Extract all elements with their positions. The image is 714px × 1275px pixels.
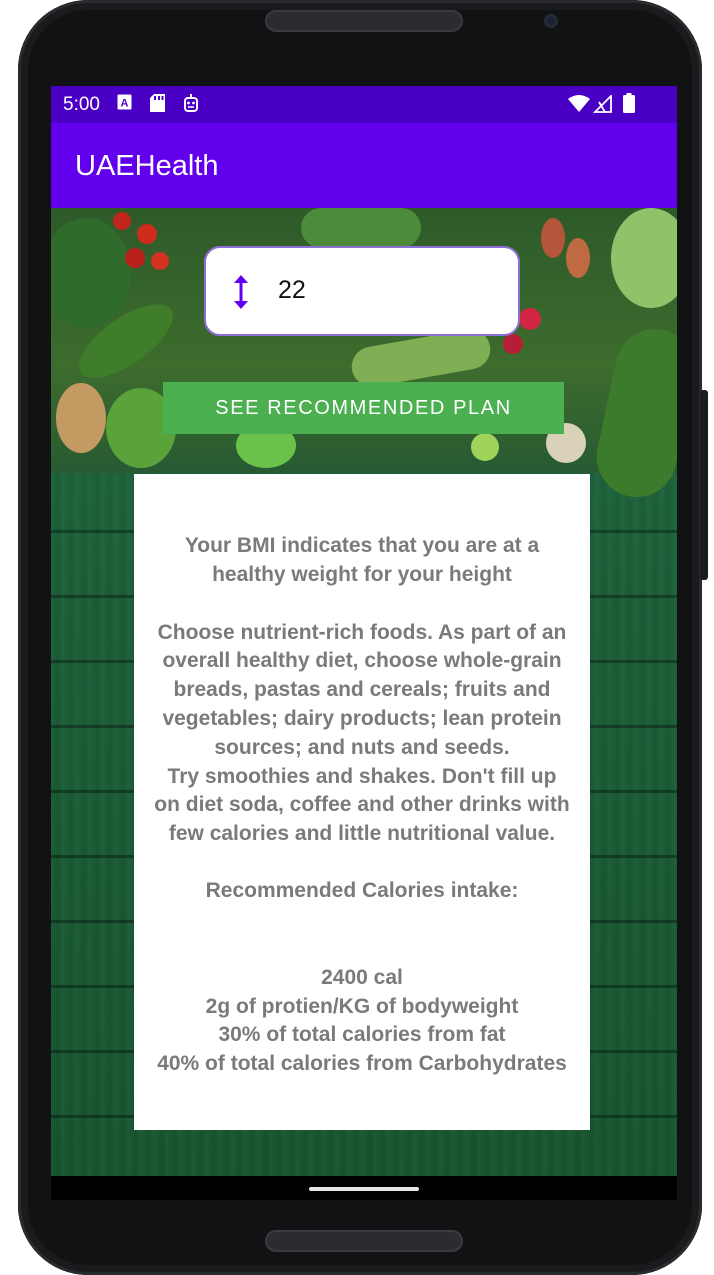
sd-card-icon — [150, 94, 165, 117]
bmi-summary-line: healthy weight for your height — [212, 562, 512, 586]
bottom-speaker — [265, 1230, 463, 1252]
asparagus-shape — [301, 208, 421, 248]
tomato-shape — [125, 248, 145, 268]
top-speaker — [265, 10, 463, 32]
advice-line: few calories and little nutritional valu… — [168, 822, 556, 846]
green-beans-shape — [589, 321, 677, 505]
ginger-shape — [56, 383, 106, 453]
advice-line: breads, pastas and cereals; fruits and — [173, 678, 551, 702]
radish-shape — [503, 334, 523, 354]
bmi-input-field[interactable]: 22 — [204, 246, 520, 336]
fat-line: 30% of total calories from fat — [218, 1023, 506, 1047]
side-button — [700, 390, 708, 580]
see-recommended-plan-button[interactable]: SEE RECOMMENDED PLAN — [163, 382, 564, 434]
advice-line: overall healthy diet, choose whole-grain — [162, 649, 562, 673]
content-area: 22 SEE RECOMMENDED PLAN Your BMI indicat… — [51, 208, 677, 1176]
svg-text:A: A — [121, 98, 129, 110]
tomato-shape — [113, 212, 131, 230]
carbs-line: 40% of total calories from Carbohydrates — [157, 1052, 567, 1076]
calories-value: 2400 cal — [321, 965, 403, 989]
bmi-value[interactable]: 22 — [278, 276, 306, 305]
signal-icon — [592, 93, 613, 118]
navigation-bar — [51, 1176, 677, 1200]
vertical-arrows-icon — [230, 274, 252, 310]
recommendation-card: Your BMI indicates that you are at a hea… — [134, 474, 590, 1130]
advice-line: vegetables; dairy products; lean protein — [162, 706, 562, 730]
front-camera — [544, 14, 558, 28]
protein-line: 2g of protien/KG of bodyweight — [205, 994, 519, 1018]
lettuce-shape — [611, 208, 677, 308]
advice-line: on diet soda, coffee and other drinks wi… — [154, 793, 570, 817]
calories-heading: Recommended Calories intake: — [205, 878, 519, 902]
app-title: UAEHealth — [75, 150, 219, 182]
advice-line: Try smoothies and shakes. Don't fill up — [167, 764, 557, 788]
tomato-shape — [151, 252, 169, 270]
status-bar: 5:00 A — [51, 86, 677, 123]
advice-line: Choose nutrient-rich foods. As part of a… — [157, 620, 567, 644]
home-gesture-handle[interactable] — [309, 1187, 419, 1191]
tomato-shape — [137, 224, 157, 244]
radish-shape — [519, 308, 541, 330]
advice-line: sources; and nuts and seeds. — [214, 735, 510, 759]
robot-icon — [183, 94, 199, 118]
potato-shape — [566, 238, 590, 278]
wifi-icon — [568, 95, 590, 117]
status-time: 5:00 — [63, 94, 100, 115]
bmi-summary-line: Your BMI indicates that you are at a — [184, 534, 540, 557]
potato-shape — [541, 218, 565, 258]
app-bar: UAEHealth — [51, 123, 677, 208]
lime-shape — [471, 433, 499, 461]
battery-icon — [623, 93, 635, 118]
broccoli-shape — [51, 218, 131, 328]
screen: 5:00 A UAEHealth 22 SEE RECOMMENDED PLAN… — [51, 86, 677, 1200]
a-box-icon: A — [117, 94, 132, 115]
